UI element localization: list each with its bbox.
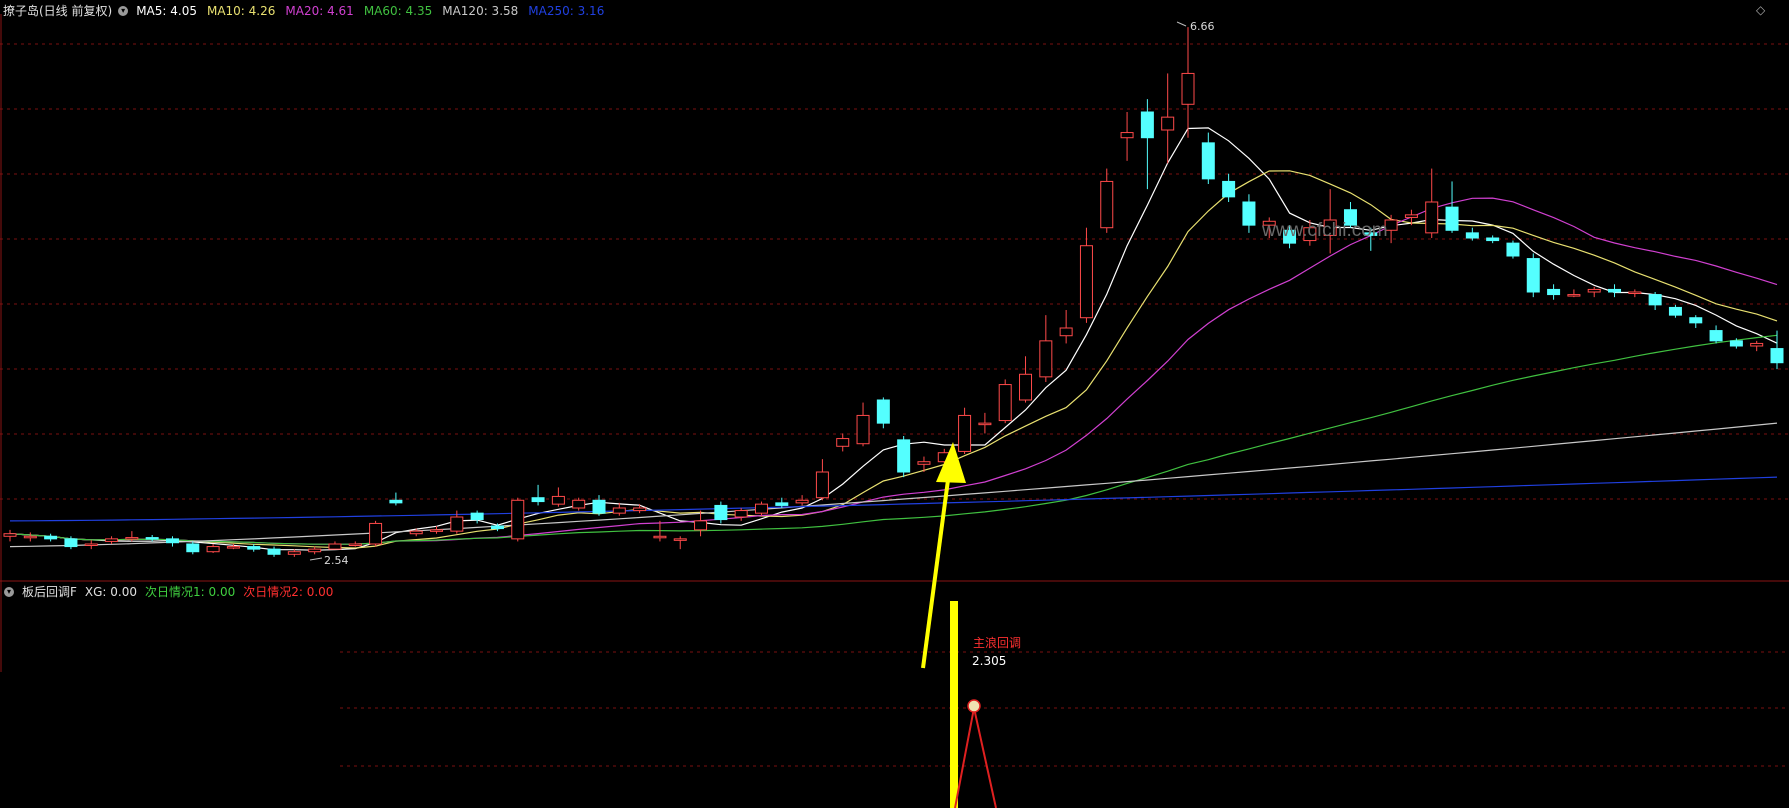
indicator-grid — [340, 651, 1789, 767]
candle — [897, 436, 911, 478]
candle — [1506, 240, 1520, 259]
candle — [694, 510, 708, 537]
low-price-marker: 2.54 — [309, 554, 349, 567]
candle — [328, 541, 342, 550]
candle — [1608, 284, 1622, 298]
high-price-marker: 6.66 — [1176, 20, 1215, 33]
candle — [1526, 253, 1540, 298]
candle — [572, 497, 586, 511]
candle — [23, 532, 37, 542]
ma-label-5: MA250: 3.16 — [528, 3, 605, 18]
candle — [511, 497, 525, 542]
candle — [1750, 340, 1764, 352]
candle — [1567, 289, 1581, 298]
candle — [754, 501, 768, 516]
candle — [348, 541, 362, 547]
low-price-label: 2.54 — [324, 554, 349, 567]
candle — [1079, 227, 1093, 323]
candle — [998, 379, 1012, 424]
candle — [856, 402, 870, 447]
candle — [612, 502, 626, 516]
ma-label-0: MA5: 4.05 — [136, 3, 197, 18]
candle — [247, 544, 261, 552]
signal-red-spike — [954, 707, 997, 808]
indicator-c2: 次日情况2: 0.00 — [243, 585, 334, 599]
candle — [1648, 292, 1662, 310]
candle — [165, 536, 179, 547]
candle — [1668, 304, 1682, 318]
money-bag-icon — [967, 699, 981, 713]
ma-label-4: MA120: 3.58 — [442, 3, 519, 18]
candle — [105, 536, 119, 544]
candle — [673, 536, 687, 550]
candle — [1161, 73, 1175, 164]
candle — [531, 484, 545, 506]
ma120-line — [9, 422, 1778, 548]
candle — [1019, 356, 1033, 403]
candle — [815, 459, 829, 501]
candle — [958, 407, 972, 454]
candle — [1100, 168, 1114, 233]
candle — [714, 501, 728, 524]
candle — [876, 397, 890, 429]
candle — [1039, 315, 1053, 382]
ma-label-2: MA20: 4.61 — [285, 3, 354, 18]
candle — [3, 529, 17, 542]
chart-title: 撩子岛(日线 前复权) — [3, 4, 113, 18]
candle — [592, 495, 606, 516]
candle — [1425, 168, 1439, 238]
indicator-toggle-icon[interactable]: ▾ — [4, 586, 14, 597]
candlestick-series — [3, 27, 1784, 557]
ma-values-row: MA5: 4.05 MA10: 4.26 MA20: 4.61 MA60: 4.35 M… — [136, 4, 614, 18]
candle — [1486, 235, 1500, 244]
ma5-line — [9, 127, 1778, 551]
indicator-xg: XG: 0.00 — [84, 584, 138, 599]
watermark: www.cfchi.com — [1261, 220, 1388, 241]
candle — [795, 495, 809, 506]
ma-label-3: MA60: 4.35 — [363, 3, 433, 18]
indicator-header: ▾ 板后回调F XG: 0.00 次日情况1: 0.00 次日情况2: 0.00 — [4, 583, 341, 600]
candle — [1547, 284, 1561, 300]
high-price-label: 6.66 — [1190, 20, 1215, 33]
candle — [1242, 194, 1256, 233]
stock-chart-canvas: www.cfchi.com 6.66 2.54 主浪回调 2.305 — [0, 14, 1789, 808]
panel-corner-icon[interactable]: ◇ — [1756, 3, 1765, 17]
candle — [267, 546, 281, 557]
ma60-line — [9, 334, 1778, 545]
main-chart-header: 撩子岛(日线 前复权) ▾ MA5: 4.05 MA10: 4.26 MA20: 4… — [3, 2, 622, 19]
candle — [1222, 173, 1236, 202]
candle — [1465, 227, 1479, 241]
candle — [308, 546, 322, 555]
candle — [1445, 181, 1459, 233]
candle — [1709, 325, 1723, 344]
candle — [206, 544, 220, 553]
signal-yellow-bar — [950, 601, 958, 808]
candle — [186, 541, 200, 555]
candle — [1140, 99, 1154, 190]
candle — [1201, 132, 1215, 184]
chart-grid — [0, 43, 1789, 500]
candle — [1689, 315, 1703, 328]
candle — [369, 520, 383, 547]
settings-toggle-icon[interactable]: ▾ — [118, 5, 129, 16]
moving-average-lines — [9, 127, 1778, 551]
signal-value: 2.305 — [972, 654, 1006, 668]
ma10-line — [9, 170, 1778, 549]
indicator-name[interactable]: 板后回调F — [22, 583, 77, 600]
signal-label: 主浪回调 — [973, 635, 1021, 650]
candle — [84, 540, 98, 550]
ma-label-1: MA10: 4.26 — [206, 3, 276, 18]
candle — [1059, 310, 1073, 344]
candle — [551, 487, 565, 507]
candle — [978, 412, 992, 434]
candle — [836, 433, 850, 452]
candle — [1120, 112, 1134, 161]
candle — [44, 533, 58, 542]
indicator-c1: 次日情况1: 0.00 — [145, 585, 236, 599]
candle — [1587, 286, 1601, 298]
candle — [1628, 289, 1642, 298]
yellow-arrow-annotation — [921, 442, 966, 669]
